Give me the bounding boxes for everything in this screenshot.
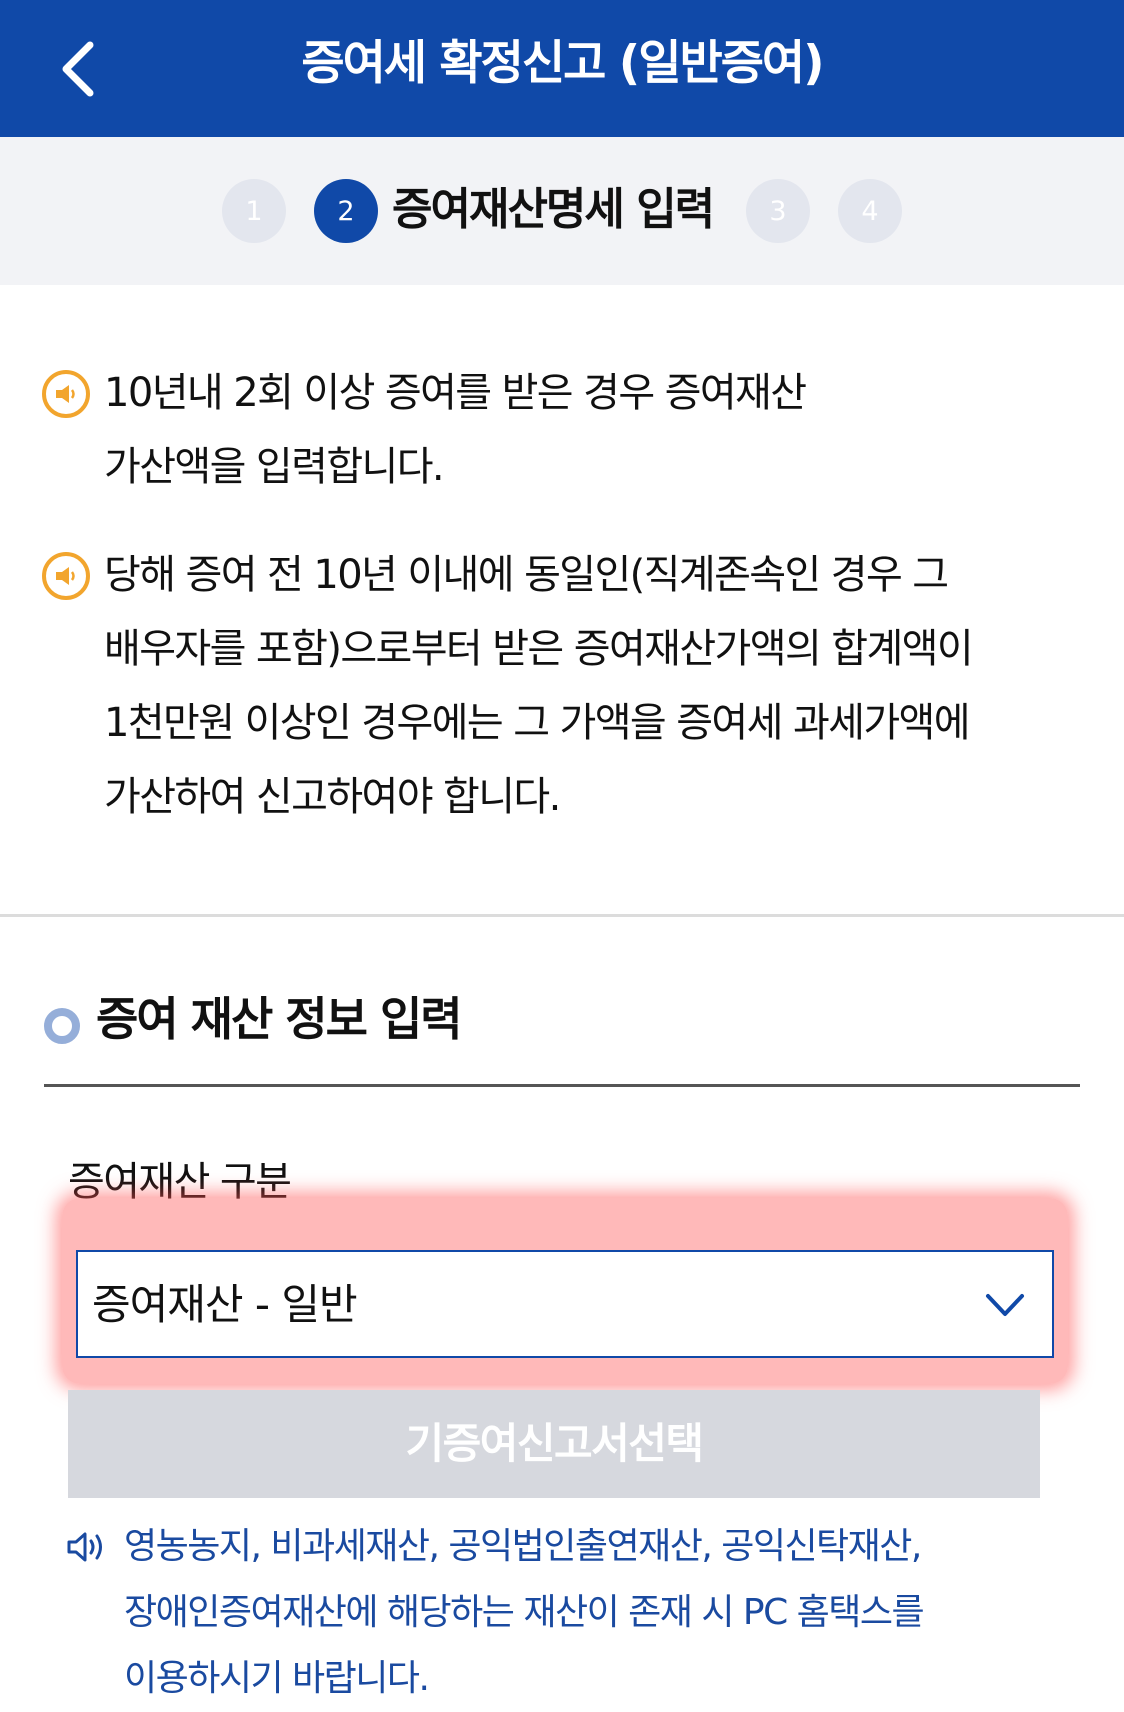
- select-value: 증여재산 - 일반: [92, 1280, 358, 1329]
- notice-line: 배우자를 포함)으로부터 받은 증여재산가액의 합계액이: [104, 626, 974, 672]
- active-step-label: 증여재산명세 입력: [392, 184, 715, 235]
- notice-line: 가산하여 신고하여야 합니다.: [104, 774, 561, 820]
- speaker-outline-icon: [67, 1532, 102, 1562]
- divider: [0, 914, 1124, 917]
- section-divider: [44, 1084, 1080, 1087]
- notice-line: 1천만원 이상인 경우에는 그 가액을 증여세 과세가액에: [104, 700, 971, 746]
- info-line: 장애인증여재산에 해당하는 재산이 존재 시 PC 홈택스를: [124, 1592, 925, 1633]
- notice-line: 10년내 2회 이상 증여를 받은 경우 증여재산: [104, 370, 807, 416]
- step-4: 4: [838, 179, 902, 243]
- info-line: 이용하시기 바랍니다.: [124, 1658, 430, 1699]
- info-line: 영농농지, 비과세재산, 공익법인출연재산, 공익신탁재산,: [124, 1526, 922, 1567]
- pc-hometax-info-note: 영농농지, 비과세재산, 공익법인출연재산, 공익신탁재산, 장애인증여재산에 …: [124, 1514, 1104, 1712]
- step-1: 1: [222, 179, 286, 243]
- page-title: 증여세 확정신고 (일반증여): [301, 36, 824, 91]
- section-title: 증여 재산 정보 입력: [96, 992, 463, 1046]
- app-header: 증여세 확정신고 (일반증여): [0, 0, 1124, 137]
- step-3: 3: [746, 179, 810, 243]
- step-2-active: 2: [314, 179, 378, 243]
- notice-line: 가산액을 입력합니다.: [104, 444, 445, 490]
- gift-property-type-select[interactable]: 증여재산 - 일반: [76, 1250, 1054, 1358]
- notice-text: 당해 증여 전 10년 이내에 동일인(직계존속인 경우 그 배우자를 포함)으…: [104, 538, 1104, 834]
- notice-text: 10년내 2회 이상 증여를 받은 경우 증여재산 가산액을 입력합니다.: [104, 356, 1104, 504]
- speaker-icon: [42, 370, 90, 418]
- notice-line: 당해 증여 전 10년 이내에 동일인(직계존속인 경우 그: [104, 552, 949, 598]
- chevron-down-icon: [986, 1294, 1024, 1316]
- previous-gift-return-select-button[interactable]: 기증여신고서선택: [68, 1390, 1040, 1498]
- speaker-icon: [42, 552, 90, 600]
- section-bullet-icon: [44, 1008, 80, 1044]
- step-progress-bar: 1 2 증여재산명세 입력 3 4: [0, 137, 1124, 285]
